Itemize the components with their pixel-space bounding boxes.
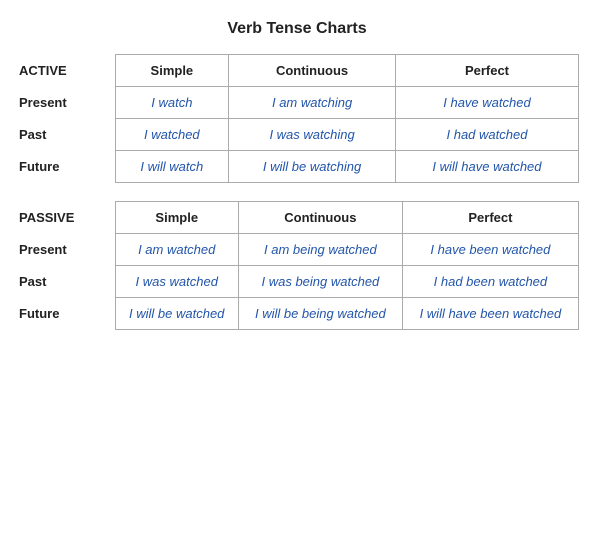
- page-title: Verb Tense Charts: [15, 20, 579, 38]
- table-row: Present I watch I am watching I have wat…: [15, 87, 579, 119]
- active-header-simple: Simple: [115, 55, 229, 87]
- passive-label: PASSIVE: [15, 202, 115, 234]
- active-header-perfect: Perfect: [395, 55, 578, 87]
- active-present-label: Present: [15, 87, 115, 119]
- table-row: Past I watched I was watching I had watc…: [15, 119, 579, 151]
- active-section: ACTIVE Simple Continuous Perfect Present…: [15, 54, 579, 183]
- passive-past-perfect: I had been watched: [402, 266, 578, 298]
- passive-future-label: Future: [15, 298, 115, 330]
- active-future-perfect: I will have watched: [395, 151, 578, 183]
- table-row: Future I will be watched I will be being…: [15, 298, 579, 330]
- passive-past-simple: I was watched: [115, 266, 238, 298]
- active-label: ACTIVE: [15, 55, 115, 87]
- table-row: Past I was watched I was being watched I…: [15, 266, 579, 298]
- table-row: Present I am watched I am being watched …: [15, 234, 579, 266]
- passive-present-simple: I am watched: [115, 234, 238, 266]
- table-row: Future I will watch I will be watching I…: [15, 151, 579, 183]
- active-past-label: Past: [15, 119, 115, 151]
- active-past-simple: I watched: [115, 119, 229, 151]
- passive-present-perfect: I have been watched: [402, 234, 578, 266]
- active-past-perfect: I had watched: [395, 119, 578, 151]
- active-future-continuous: I will be watching: [229, 151, 396, 183]
- passive-header-simple: Simple: [115, 202, 238, 234]
- active-table: ACTIVE Simple Continuous Perfect Present…: [15, 54, 579, 183]
- passive-header-continuous: Continuous: [238, 202, 402, 234]
- passive-past-label: Past: [15, 266, 115, 298]
- active-present-simple: I watch: [115, 87, 229, 119]
- passive-future-perfect: I will have been watched: [402, 298, 578, 330]
- passive-future-continuous: I will be being watched: [238, 298, 402, 330]
- active-past-continuous: I was watching: [229, 119, 396, 151]
- active-future-simple: I will watch: [115, 151, 229, 183]
- active-future-label: Future: [15, 151, 115, 183]
- passive-past-continuous: I was being watched: [238, 266, 402, 298]
- passive-present-continuous: I am being watched: [238, 234, 402, 266]
- active-present-continuous: I am watching: [229, 87, 396, 119]
- passive-header-perfect: Perfect: [402, 202, 578, 234]
- passive-present-label: Present: [15, 234, 115, 266]
- active-header-continuous: Continuous: [229, 55, 396, 87]
- passive-table: PASSIVE Simple Continuous Perfect Presen…: [15, 201, 579, 330]
- active-present-perfect: I have watched: [395, 87, 578, 119]
- passive-future-simple: I will be watched: [115, 298, 238, 330]
- passive-section: PASSIVE Simple Continuous Perfect Presen…: [15, 201, 579, 330]
